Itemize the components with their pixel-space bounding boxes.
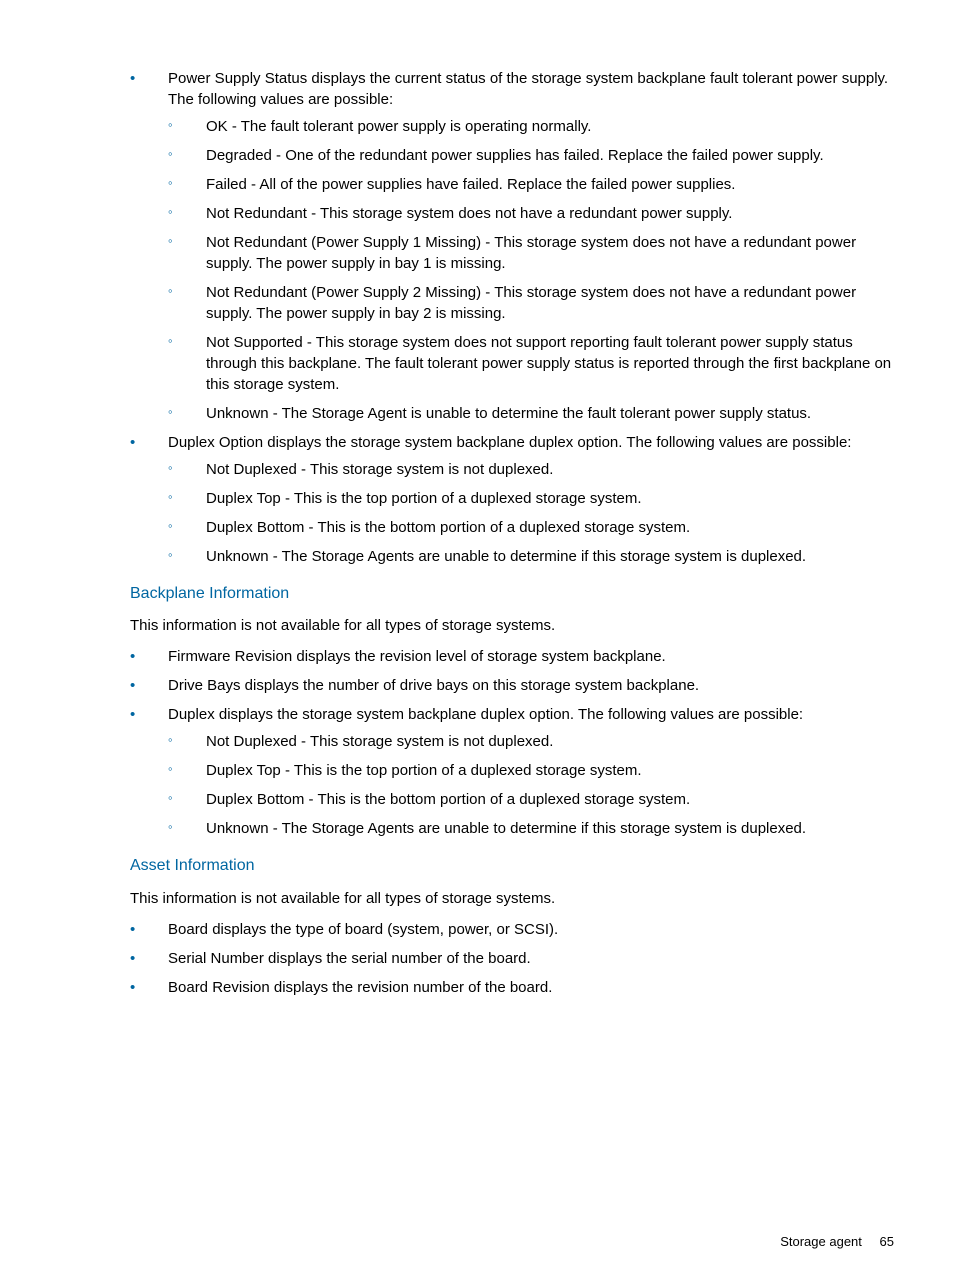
sublist-item: Duplex Top - This is the top portion of …	[168, 760, 894, 781]
list-item-text: Board Revision displays the revision num…	[168, 979, 552, 996]
sublist: Not Duplexed - This storage system is no…	[168, 731, 894, 839]
sublist-item: Degraded - One of the redundant power su…	[168, 145, 894, 166]
sublist-item: Duplex Bottom - This is the bottom porti…	[168, 517, 894, 538]
list-item-text: Power Supply Status displays the current…	[168, 70, 888, 108]
list-item: Board displays the type of board (system…	[130, 919, 894, 940]
sublist-item: Unknown - The Storage Agents are unable …	[168, 818, 894, 839]
section3-list: Board displays the type of board (system…	[130, 919, 894, 998]
sublist-item: Not Supported - This storage system does…	[168, 332, 894, 395]
section1-list: Power Supply Status displays the current…	[130, 68, 894, 567]
sublist-item: Not Duplexed - This storage system is no…	[168, 731, 894, 752]
sublist-item: Failed - All of the power supplies have …	[168, 174, 894, 195]
list-item: Firmware Revision displays the revision …	[130, 646, 894, 667]
footer-page-number: 65	[880, 1234, 894, 1249]
sublist: OK - The fault tolerant power supply is …	[168, 116, 894, 424]
asset-intro: This information is not available for al…	[130, 888, 894, 909]
page-content: Power Supply Status displays the current…	[60, 68, 894, 998]
sublist-item: Duplex Bottom - This is the bottom porti…	[168, 789, 894, 810]
sublist-item: OK - The fault tolerant power supply is …	[168, 116, 894, 137]
list-item: Board Revision displays the revision num…	[130, 977, 894, 998]
sublist-item: Unknown - The Storage Agent is unable to…	[168, 403, 894, 424]
sublist-item: Not Redundant (Power Supply 2 Missing) -…	[168, 282, 894, 324]
sublist-item: Not Redundant - This storage system does…	[168, 203, 894, 224]
list-item: Power Supply Status displays the current…	[130, 68, 894, 424]
list-item-text: Duplex Option displays the storage syste…	[168, 434, 851, 451]
sublist-item: Duplex Top - This is the top portion of …	[168, 488, 894, 509]
list-item-text: Drive Bays displays the number of drive …	[168, 677, 699, 694]
list-item-text: Duplex displays the storage system backp…	[168, 706, 803, 723]
page-footer: Storage agent 65	[780, 1233, 894, 1251]
list-item: Drive Bays displays the number of drive …	[130, 675, 894, 696]
list-item-text: Board displays the type of board (system…	[168, 921, 558, 938]
sublist: Not Duplexed - This storage system is no…	[168, 459, 894, 567]
sublist-item: Not Redundant (Power Supply 1 Missing) -…	[168, 232, 894, 274]
list-item-text: Firmware Revision displays the revision …	[168, 648, 666, 665]
list-item: Duplex Option displays the storage syste…	[130, 432, 894, 567]
list-item: Duplex displays the storage system backp…	[130, 704, 894, 839]
asset-heading: Asset Information	[130, 855, 894, 877]
list-item-text: Serial Number displays the serial number…	[168, 950, 531, 967]
sublist-item: Not Duplexed - This storage system is no…	[168, 459, 894, 480]
sublist-item: Unknown - The Storage Agents are unable …	[168, 546, 894, 567]
footer-text: Storage agent	[780, 1234, 862, 1249]
backplane-heading: Backplane Information	[130, 583, 894, 605]
backplane-intro: This information is not available for al…	[130, 615, 894, 636]
list-item: Serial Number displays the serial number…	[130, 948, 894, 969]
section2-list: Firmware Revision displays the revision …	[130, 646, 894, 839]
